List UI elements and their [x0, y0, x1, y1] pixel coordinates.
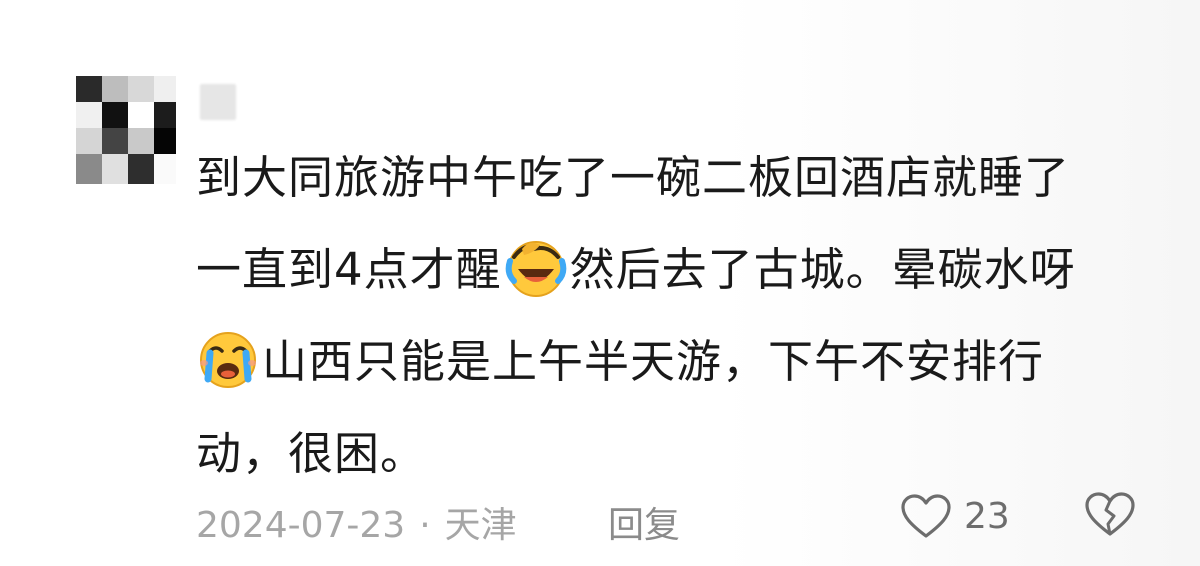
like-count: 23 [964, 496, 1010, 537]
comment-date: 2024-07-23 [196, 505, 406, 546]
comment-text: 然后去了古城。晕碳水呀 [569, 243, 1076, 296]
reply-button[interactable]: 回复 [608, 496, 680, 548]
comment-body: 到大同旅游中午吃了一碗二板回酒店就睡了 一直到4点才醒 然后去了古城。晕碳水呀 … [196, 132, 1116, 500]
sobbing-face-emoji-icon [200, 332, 256, 388]
comment-text: 动，很困。 [196, 427, 427, 480]
avatar[interactable] [76, 76, 176, 184]
broken-heart-icon [1085, 492, 1135, 536]
comment-meta: 2024-07-23 · 天津 [196, 496, 517, 548]
comment-text: 到大同旅游中午吃了一碗二板回酒店就睡了 [196, 151, 1071, 204]
comment-text: 山西只能是上午半天游，下午不安排行 [262, 335, 1045, 388]
comment-line-3: 山西只能是上午半天游，下午不安排行 [196, 316, 1116, 408]
comment-text: 一直到4点才醒 [196, 243, 502, 296]
username-blurred[interactable] [200, 84, 236, 120]
heart-outline-icon [901, 494, 951, 538]
comment-line-2: 一直到4点才醒 然后去了古城。晕碳水呀 [196, 224, 1116, 316]
comment-location: 天津 [444, 505, 517, 546]
comment-footer: 2024-07-23 · 天津 回复 23 [196, 488, 1156, 548]
laughing-crying-emoji-icon [505, 241, 566, 297]
comment-line-4: 动，很困。 [196, 408, 1116, 500]
comment-line-1: 到大同旅游中午吃了一碗二板回酒店就睡了 [196, 132, 1116, 224]
dislike-button[interactable] [1084, 492, 1136, 547]
meta-separator: · [419, 505, 431, 546]
